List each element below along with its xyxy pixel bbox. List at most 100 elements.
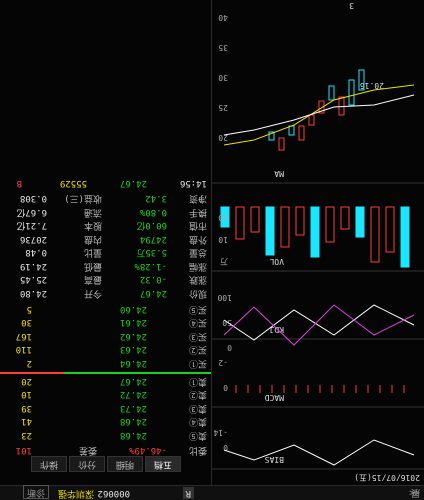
stat-value: -0.32 (139, 274, 167, 285)
sell-label: 卖⑤ (188, 430, 207, 440)
tick-volume: 55529 (59, 178, 87, 188)
ma-line (223, 84, 415, 146)
stat-label: 涨跌 (188, 274, 207, 285)
tab-operation[interactable]: 操作 (30, 456, 67, 472)
sell-row: 卖⑤ 24.68 23 (7, 428, 207, 441)
buy-row: 买③ 24.62 167 (7, 329, 207, 342)
stat-value: 25.45 (19, 274, 47, 285)
price-tick: 25 (218, 103, 228, 112)
candle (308, 114, 315, 126)
sell-row: 卖③ 24.73 39 (7, 401, 207, 414)
flag-badge: R (182, 487, 194, 499)
chart-svg: 2016/07/15(五)BIASMACDKDJVOLMA40353025202… (212, 1, 424, 482)
stat-label: 股本 (83, 220, 102, 231)
volume-bar (250, 206, 260, 233)
stat-value: 0.308 (19, 193, 47, 204)
volume-tick: 万 (220, 257, 228, 266)
volume-bar (385, 206, 395, 253)
tick-time: 14:56 (179, 178, 207, 188)
sell-price: 24.68 (119, 416, 147, 427)
stat-value: 5.35万 (136, 247, 167, 258)
sell-volume: 39 (21, 403, 32, 413)
news-button[interactable]: 诊断 (22, 485, 49, 499)
kdj-line (223, 304, 415, 341)
volume-bar (355, 206, 365, 238)
sell-row: 卖② 24.72 10 (7, 388, 207, 401)
stat-value: 7.21亿 (16, 220, 47, 231)
candle (278, 137, 285, 151)
stat-value: -1.28% (134, 261, 167, 271)
stat-label: 总量 (188, 247, 207, 258)
buy-volume: 30 (21, 317, 32, 328)
candle (328, 85, 335, 101)
bias-line (223, 439, 415, 466)
indicator-label: BIAS (265, 455, 284, 464)
buy-row: 买② 24.63 110 (7, 343, 207, 356)
webi-row: 委比 -46.49% 委差 101 (7, 443, 207, 456)
stat-label: 今开 (83, 288, 102, 298)
vertical-divider (211, 0, 212, 485)
buy-label: 买④ (188, 317, 207, 328)
webi-value: -46.49% (129, 445, 167, 455)
chart-date: 2016/07/15(五) (354, 473, 420, 482)
kdj-tick: 100 (217, 293, 232, 302)
stat-label: 最高 (83, 274, 102, 285)
buy-row: 买① 24.64 2 (7, 356, 207, 369)
stats-row: 总量 5.35万 量比 0.48 (3, 246, 207, 259)
volume-bar (400, 206, 410, 268)
sell-row: 卖① 24.67 20 (7, 374, 207, 387)
stats-row: 涨跌 -0.32 最高 25.45 (3, 273, 207, 286)
indicator-label: MACD (265, 393, 284, 402)
macd-tick: -2 (218, 358, 228, 367)
stat-label: 涨幅 (188, 261, 207, 271)
volume-bar (295, 206, 305, 236)
stat-value: 20736 (19, 234, 47, 244)
macd-tick: 0 (223, 383, 228, 392)
indicator-label: MA (274, 169, 284, 178)
tab-detail[interactable]: 明细 (106, 456, 143, 472)
tab-five-level[interactable]: 五档 (144, 456, 181, 472)
stat-label: 流通 (83, 207, 102, 217)
volume-bar (235, 206, 245, 240)
volume-bar (310, 206, 320, 258)
book-divider (0, 372, 211, 374)
indicator-label: VOL (269, 257, 284, 266)
buy-volume: 5 (26, 304, 32, 314)
candle (338, 96, 345, 116)
tab-price-dist[interactable]: 分价 (68, 456, 105, 472)
sell-price: 24.67 (119, 376, 147, 386)
volume-tick: 10 (218, 235, 228, 244)
stat-value: 24794 (139, 234, 167, 244)
stats-row: 市值 60.0亿 股本 7.21亿 (3, 219, 207, 232)
stat-label: 净资 (188, 193, 207, 204)
webi-label: 委比 (188, 445, 207, 455)
sell-price: 24.72 (119, 389, 147, 400)
sell-volume: 20 (21, 376, 32, 386)
buy-volume: 2 (26, 358, 32, 368)
buy-label: 买① (188, 358, 207, 368)
stat-label: 最低 (83, 261, 102, 271)
sell-volume: 41 (21, 416, 32, 427)
tick-direction: B (16, 178, 22, 188)
volume-bar (325, 206, 335, 243)
volume-bar (280, 206, 290, 248)
buy-label: 买② (188, 344, 207, 355)
stat-value: 0.48 (25, 247, 47, 258)
stat-value: 24.80 (19, 288, 47, 298)
buy-volume: 167 (15, 331, 32, 341)
chart-area: 2016/07/15(五) BIAS MACD KDJ VOL MA 40 35 30 25 20 2… (212, 0, 424, 485)
buy-row: 买⑤ 24.60 5 (7, 302, 207, 315)
stat-label: 市值 (188, 220, 207, 231)
weicha-value: 101 (15, 445, 32, 455)
bottom-number: 3 (349, 1, 354, 10)
volume-bar (265, 206, 275, 256)
stock-name: 深圳华强 (57, 488, 94, 498)
sell-volume: 23 (21, 430, 32, 440)
price-tick: 40 (218, 13, 228, 22)
stat-value: 24.19 (19, 261, 47, 271)
sell-price: 24.68 (119, 430, 147, 440)
volume-bar (340, 206, 350, 230)
kdj-tick: 0 (227, 343, 232, 352)
sell-label: 卖④ (188, 416, 207, 427)
buy-label: 买③ (188, 331, 207, 341)
